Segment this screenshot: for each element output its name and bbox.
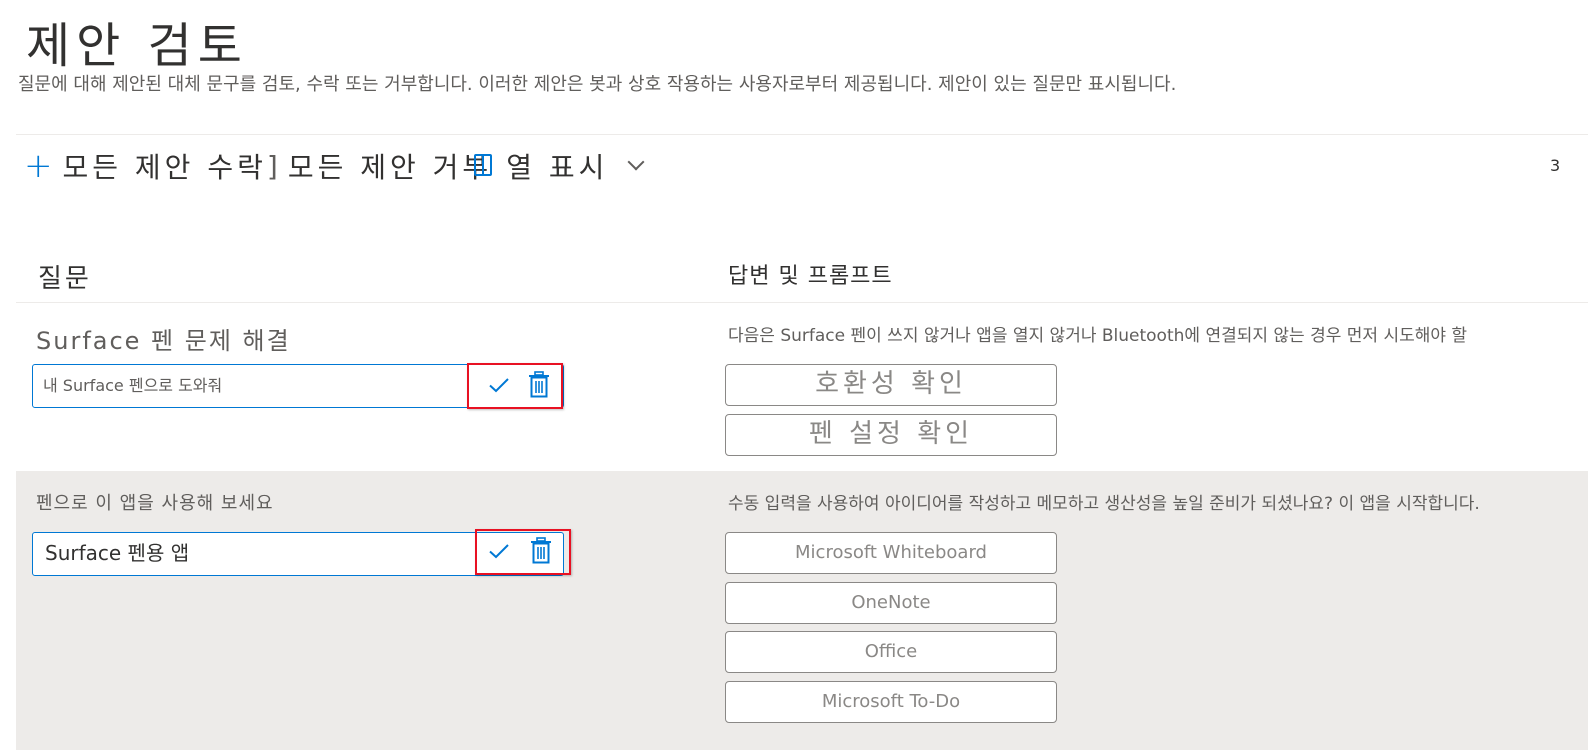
plus-icon: + — [24, 146, 53, 186]
prompt-button[interactable]: 호환성 확인 — [725, 364, 1057, 406]
check-icon — [489, 378, 509, 393]
trash-icon — [529, 371, 549, 398]
prompt-button[interactable]: Microsoft To-Do — [725, 681, 1057, 723]
page-description: 질문에 대해 제안된 대체 문구를 검토, 수락 또는 거부합니다. 이러한 제… — [18, 74, 1177, 95]
column-header-question: 질문 — [38, 264, 92, 294]
bracket-glyph: ] — [266, 149, 278, 183]
columns-icon — [473, 154, 492, 176]
suggestion-actions-highlight — [467, 363, 563, 409]
table-row: 펜으로 이 앱을 사용해 보세요 Surface 펜용 앱 수동 입력을 사용하… — [16, 471, 1588, 750]
divider — [16, 134, 1588, 135]
show-columns-button[interactable]: 열 표시 — [506, 146, 608, 186]
reject-all-button[interactable]: 모든 제안 거부 — [288, 146, 492, 186]
question-text: 펜으로 이 앱을 사용해 보세요 — [36, 493, 274, 514]
answer-text: 다음은 Surface 펜이 쓰지 않거나 앱을 열지 않거나 Bluetoot… — [728, 326, 1468, 346]
accept-suggestion-button[interactable] — [487, 373, 511, 397]
toolbar: + 모든 제안 수락 ] 모든 제안 거부 열 표시 — [24, 144, 645, 188]
suggestion-count: 3 — [1550, 156, 1561, 175]
check-icon — [489, 544, 509, 559]
prompt-button[interactable]: Office — [725, 631, 1057, 673]
accept-all-button[interactable]: 모든 제안 수락 — [63, 146, 267, 186]
reject-suggestion-button[interactable] — [527, 371, 551, 399]
trash-icon — [531, 537, 551, 564]
answer-text: 수동 입력을 사용하여 아이디어를 작성하고 메모하고 생산성을 높일 준비가 … — [728, 494, 1480, 514]
suggestion-text: 내 Surface 펜으로 도와줘 — [43, 376, 223, 395]
accept-suggestion-button[interactable] — [487, 539, 511, 563]
reject-all-label: 모든 제안 거부 — [287, 151, 493, 184]
column-header-answer: 답변 및 프롬프트 — [728, 264, 893, 289]
suggestion-actions-highlight — [475, 529, 571, 575]
chevron-down-icon[interactable] — [627, 153, 645, 171]
reject-suggestion-button[interactable] — [529, 537, 553, 565]
question-text: Surface 펜 문제 해결 — [36, 327, 291, 355]
prompt-button[interactable]: Microsoft Whiteboard — [725, 532, 1057, 574]
review-suggestions-page: 제안 검토 질문에 대해 제안된 대체 문구를 검토, 수락 또는 거부합니다.… — [0, 0, 1588, 750]
suggestion-text: Surface 펜용 앱 — [45, 541, 190, 565]
prompt-button[interactable]: 펜 설정 확인 — [725, 414, 1057, 456]
prompt-button[interactable]: OneNote — [725, 582, 1057, 624]
table-row: Surface 펜 문제 해결 내 Surface 펜으로 도와줘 다음은 Su… — [16, 303, 1588, 471]
page-title: 제안 검토 — [26, 18, 248, 74]
